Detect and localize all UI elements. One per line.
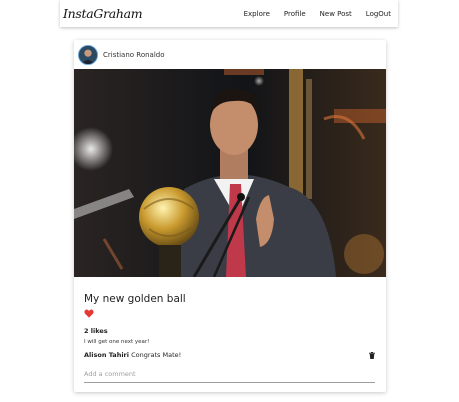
trash-icon[interactable] [369,351,375,359]
post-image [74,69,386,277]
avatar-image [79,45,97,64]
heart-icon[interactable] [84,309,94,318]
likes-count: 2 likes [84,327,108,335]
comment-row: Alison Tahiri Congrats Mate! [84,351,376,359]
add-comment-input[interactable] [84,368,375,383]
brand-logo[interactable]: InstaGraham [63,6,143,21]
comment-author[interactable]: Alison Tahiri [84,351,129,359]
nav-link-new-post[interactable]: New Post [320,10,352,18]
nav-links: Explore Profile New Post LogOut [244,10,391,18]
post-title: My new golden ball [84,293,186,305]
comment: Alison Tahiri Congrats Mate! [84,351,181,359]
nav-link-logout[interactable]: LogOut [366,10,391,18]
navbar: InstaGraham Explore Profile New Post Log… [60,0,398,27]
comment-text: Congrats Mate! [131,351,182,359]
post-author-name[interactable]: Cristiano Ronaldo [103,51,165,59]
nav-link-profile[interactable]: Profile [284,10,306,18]
post-body: My new golden ball 2 likes I will get on… [74,277,386,383]
post-caption: I will get one next year! [84,339,150,345]
nav-link-explore[interactable]: Explore [244,10,270,18]
post-header: Cristiano Ronaldo [74,40,386,69]
post-card: Cristiano Ronaldo My new golden ball 2 l… [74,40,386,392]
avatar[interactable] [78,44,98,65]
